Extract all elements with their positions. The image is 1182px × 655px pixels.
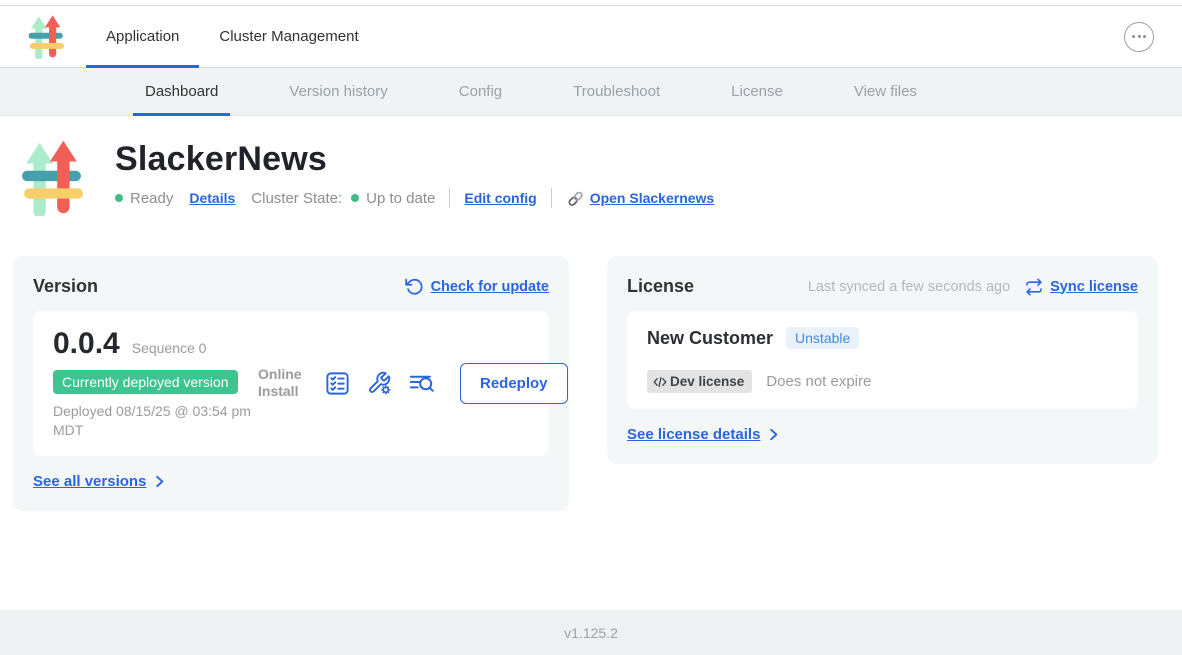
open-app-link[interactable]: Open Slackernews [566,189,715,208]
license-card-header: License Last synced a few seconds ago Sy… [627,276,1138,297]
tab-dashboard[interactable]: Dashboard [133,68,230,115]
version-number-row: 0.0.4 Sequence 0 [53,327,258,361]
version-card: Version Check for update [13,256,569,511]
divider [449,188,450,208]
ellipsis-dot [1132,35,1135,38]
redeploy-button[interactable]: Redeploy [460,363,568,404]
divider [551,188,552,208]
license-expiration: Does not expire [766,373,871,390]
page-title: SlackerNews [115,140,714,179]
tab-config[interactable]: Config [447,68,514,115]
tab-license-label: License [731,83,783,100]
sync-arrows-icon [1024,277,1044,297]
code-icon [653,375,667,389]
tab-application-label: Application [106,28,179,45]
chevron-right-icon [766,427,781,442]
cluster-state-dot-icon [351,194,359,202]
see-license-details-link[interactable]: See license details [627,426,781,443]
version-actions: Online Install [258,363,568,404]
tab-application[interactable]: Application [86,6,199,67]
install-type-label: Online Install [258,366,308,401]
slackernews-logo-icon [28,15,64,59]
version-card-title: Version [33,276,98,297]
tab-version-history[interactable]: Version history [277,68,399,115]
footer-bar: v1.125.2 [0,610,1182,655]
tab-version-history-label: Version history [289,83,387,100]
license-type-badge: Dev license [647,370,752,393]
open-app-label: Open Slackernews [590,190,715,206]
top-nav: Application Cluster Management [0,6,1182,68]
edit-config-link[interactable]: Edit config [464,190,536,206]
license-panel: New Customer Unstable [627,311,1138,409]
main-content: SlackerNews Ready Details Cluster State:… [0,116,1182,511]
tab-dashboard-label: Dashboard [145,83,218,100]
top-nav-right [1124,22,1154,52]
app-status-row: Ready Details Cluster State: Up to date … [115,188,714,208]
admin-console-page: Application Cluster Management Dashboard… [0,0,1182,655]
cluster-state-value: Up to date [366,190,435,207]
tab-troubleshoot[interactable]: Troubleshoot [561,68,672,115]
deploy-logs-icon[interactable] [408,370,435,397]
tab-cluster-management-label: Cluster Management [219,28,358,45]
check-for-update-link[interactable]: Check for update [404,276,549,297]
ellipsis-dot [1143,35,1146,38]
last-synced-label: Last synced a few seconds ago [808,279,1010,295]
details-link[interactable]: Details [189,190,235,206]
sync-license-link[interactable]: Sync license [1024,277,1138,297]
top-nav-tabs: Application Cluster Management [86,6,379,67]
deployed-status-badge: Currently deployed version [53,370,238,394]
sub-nav: Dashboard Version history Config Trouble… [0,68,1182,116]
console-version-label: v1.125.2 [564,625,618,641]
version-card-header: Version Check for update [33,276,549,297]
app-status-dot-icon [115,194,123,202]
deployed-timestamp: Deployed 08/15/25 @ 03:54 pm MDT [53,402,258,440]
customer-name: New Customer [647,328,773,349]
app-header: SlackerNews Ready Details Cluster State:… [21,140,1158,216]
app-status-label: Ready [130,190,173,207]
version-number: 0.0.4 [53,327,120,361]
chevron-right-icon [152,474,167,489]
see-all-versions-label: See all versions [33,473,146,490]
see-license-details-label: See license details [627,426,760,443]
check-for-update-label: Check for update [431,279,549,295]
tab-troubleshoot-label: Troubleshoot [573,83,660,100]
refresh-icon [404,276,425,297]
ellipsis-dot [1138,35,1141,38]
sync-license-label: Sync license [1050,279,1138,295]
config-wrench-icon[interactable] [366,370,393,397]
license-type-row: Dev license Does not expire [647,370,1118,393]
preflight-checks-icon[interactable] [324,370,351,397]
tab-view-files[interactable]: View files [842,68,929,115]
current-version-panel: 0.0.4 Sequence 0 Currently deployed vers… [33,311,549,456]
sequence-label: Sequence 0 [132,340,207,356]
version-info: 0.0.4 Sequence 0 Currently deployed vers… [53,327,258,440]
license-card: License Last synced a few seconds ago Sy… [607,256,1158,464]
license-type-label: Dev license [670,374,744,389]
chain-link-icon [566,189,585,208]
tab-config-label: Config [459,83,502,100]
app-logo-icon [21,140,83,216]
license-customer-row: New Customer Unstable [647,327,1118,349]
ellipsis-menu-icon[interactable] [1124,22,1154,52]
dashboard-cards: Version Check for update [13,256,1158,511]
see-all-versions-link[interactable]: See all versions [33,473,167,490]
channel-badge: Unstable [786,327,859,349]
cluster-state-label: Cluster State: [251,190,342,207]
tab-cluster-management[interactable]: Cluster Management [199,6,378,67]
tab-license[interactable]: License [719,68,795,115]
license-card-title: License [627,276,694,297]
app-header-text: SlackerNews Ready Details Cluster State:… [115,140,714,208]
tab-view-files-label: View files [854,83,917,100]
